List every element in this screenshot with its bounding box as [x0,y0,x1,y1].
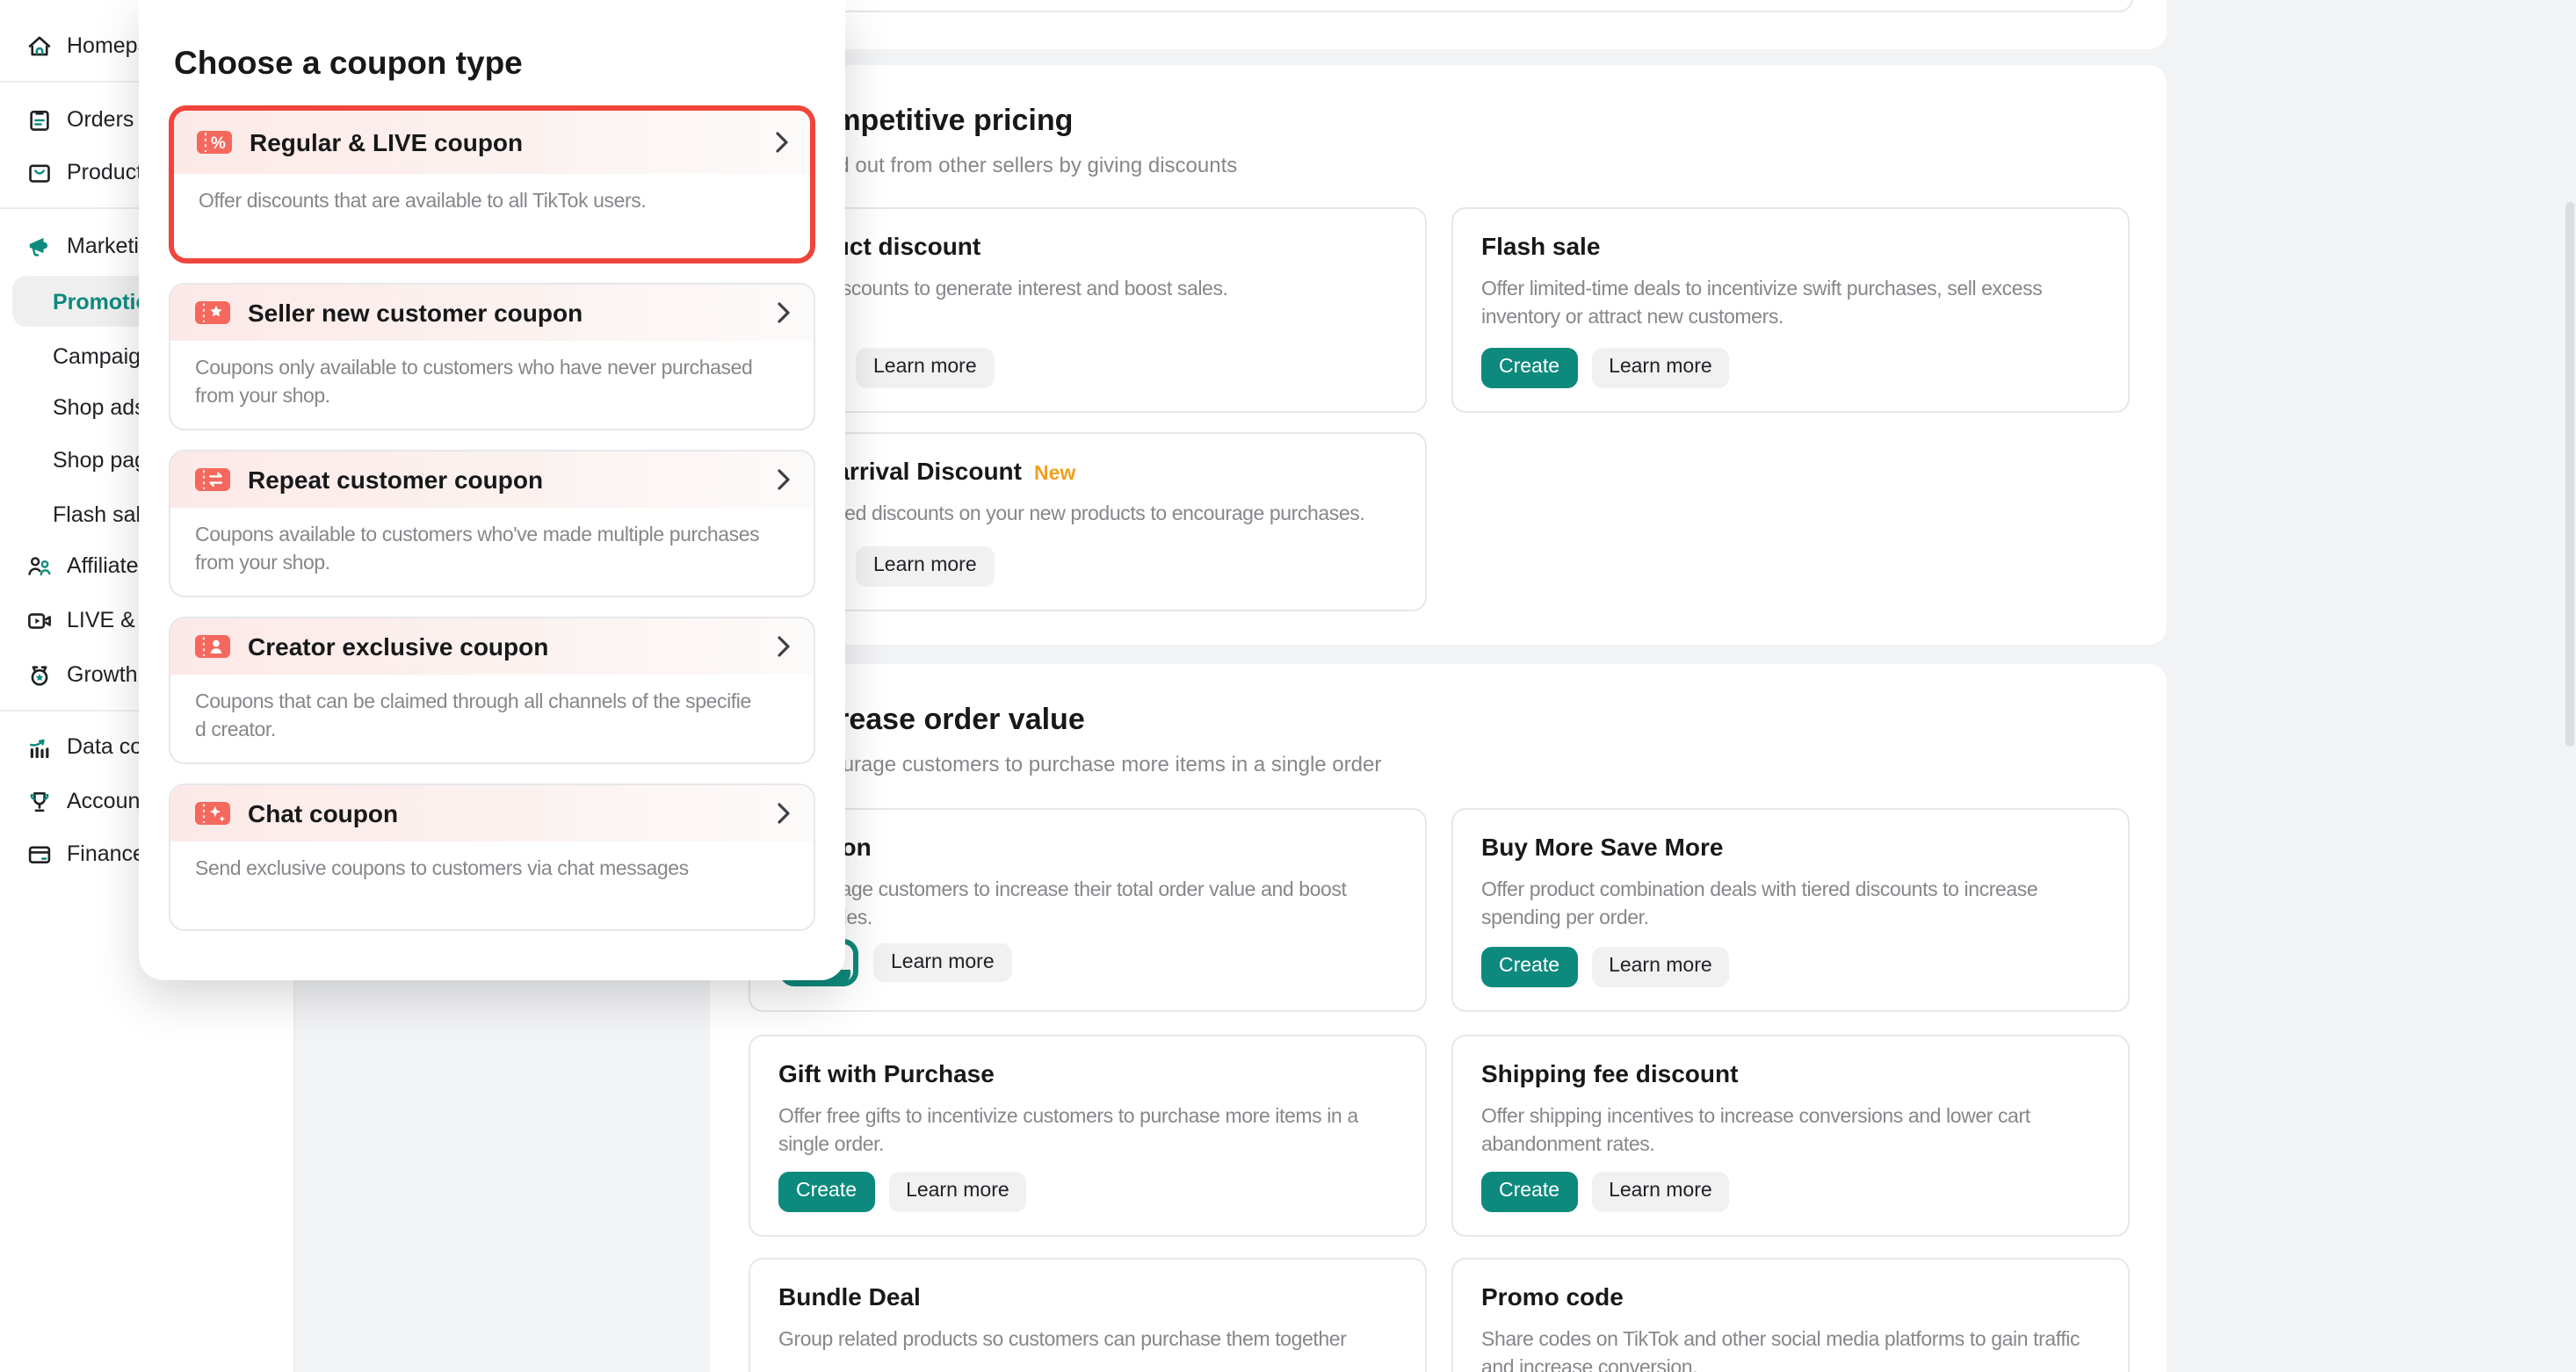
chevron-right-icon [775,132,789,153]
option-label: Creator exclusive coupon [248,632,548,661]
card-flash-sale: Flash sale Offer limited-time deals to i… [1451,207,2130,413]
sidebar-item-label: Finance [67,841,145,866]
card-description: Offer limited-time deals to incentivize … [1481,276,2100,332]
products-icon [26,159,53,185]
option-description: Coupons only available to customers who … [170,341,814,429]
section-competitive-pricing: Competitive pricing Stand out from other… [710,65,2167,645]
create-button[interactable]: Create [1481,1173,1577,1212]
card-title: Coupon [778,833,1397,861]
card-title: Bundle Deal [778,1282,1397,1311]
data-compass-icon [26,733,53,760]
orders-icon [26,106,53,133]
affiliate-icon [26,552,53,579]
card-bundle-deal: Bundle Deal Group related products so cu… [749,1258,1427,1372]
card-title: Buy More Save More [1481,833,2100,861]
sidebar-item-label: Orders [67,107,134,132]
card-description: Offer product combination deals with tie… [1481,877,2100,933]
card-description: Offer shipping incentives to increase co… [1481,1103,2100,1159]
card-description: Offer free gifts to incentivize customer… [778,1103,1397,1159]
option-description: Coupons that can be claimed through all … [170,675,814,762]
card-coupon: Coupon Encourage customers to increase t… [749,808,1427,1012]
section-increase-order-value: Increase order value Encourage customers… [710,664,2167,1372]
marketing-icon [26,233,53,259]
option-repeat-customer-coupon[interactable]: Repeat customer coupon Coupons available… [169,450,815,597]
coupon-person-icon [193,632,232,661]
option-description: Offer discounts that are available to al… [174,174,810,235]
card-title: Shipping fee discount [1481,1059,2100,1087]
card-title: Flash sale [1481,232,2100,260]
option-seller-new-customer-coupon[interactable]: Seller new customer coupon Coupons only … [169,283,815,430]
chevron-right-icon [777,803,791,824]
create-button[interactable]: Create [1481,349,1577,388]
chevron-right-icon [777,469,791,490]
create-button[interactable]: Create [1481,948,1577,987]
page-scrollbar[interactable] [2565,202,2574,747]
section-subtitle: Stand out from other sellers by giving d… [794,153,1237,177]
account-health-icon [26,788,53,814]
new-badge: New [1034,464,1075,485]
section-subtitle: Encourage customers to purchase more ite… [794,752,1381,776]
card-title: Gift with Purchase [778,1059,1397,1087]
card-title: Product discount [778,232,1397,260]
finance-icon [26,841,53,867]
sidebar-item-label: Affiliate [67,553,139,578]
top-panel [710,0,2167,49]
coupon-repeat-icon [193,466,232,494]
card-description: Share codes on TikTok and other social m… [1481,1326,2100,1372]
option-label: Seller new customer coupon [248,299,582,327]
sidebar-item-label: Growth [67,662,138,687]
card-title: Promo code [1481,1282,2100,1311]
option-label: Chat coupon [248,799,398,827]
coupon-sparkle-icon [193,799,232,827]
svg-text:%: % [211,134,226,153]
card-shipping-fee-discount: Shipping fee discount Offer shipping inc… [1451,1035,2130,1237]
create-button[interactable]: Create [778,1173,874,1212]
learn-more-button[interactable]: Learn more [873,942,1012,982]
card-promo-code: Promo code Share codes on TikTok and oth… [1451,1258,2130,1372]
option-regular-live-coupon[interactable]: % Regular & LIVE coupon Offer discounts … [169,105,815,264]
option-label: Repeat customer coupon [248,466,543,494]
card-description: Encourage customers to increase their to… [778,877,1397,933]
card-description: Offer discounts to generate interest and… [778,276,1397,304]
live-video-icon [26,607,53,633]
coupon-star-icon [193,299,232,327]
chevron-right-icon [777,302,791,323]
home-icon [26,32,53,59]
coupon-percent-icon: % [195,128,234,156]
card-description: Group related products so customers can … [778,1326,1397,1354]
sidebar-item-label: Campaign [53,344,153,369]
option-chat-coupon[interactable]: Chat coupon Send exclusive coupons to cu… [169,783,815,931]
seller-center-app: Competitive pricing Stand out from other… [0,0,2576,1372]
learn-more-button[interactable]: Learn more [1591,948,1730,987]
learn-more-button[interactable]: Learn more [888,1173,1027,1212]
option-description: Send exclusive coupons to customers via … [170,841,814,902]
sidebar-item-label: Shop ads [53,395,146,420]
choose-coupon-type-modal: Choose a coupon type % Regular & LIVE co… [139,0,845,980]
card-gift-with-purchase: Gift with Purchase Offer free gifts to i… [749,1035,1427,1237]
learn-more-button[interactable]: Learn more [856,349,995,388]
card-product-discount: Product discount Offer discounts to gene… [749,207,1427,413]
card-title: New arrival Discount New [778,457,1397,485]
option-label: Regular & LIVE coupon [250,128,523,156]
card-new-arrival-discount: New arrival Discount New Add timed disco… [749,432,1427,611]
option-description: Coupons available to customers who've ma… [170,508,814,596]
learn-more-button[interactable]: Learn more [1591,349,1730,388]
growth-icon [26,661,53,688]
option-creator-exclusive-coupon[interactable]: Creator exclusive coupon Coupons that ca… [169,617,815,764]
chevron-right-icon [777,636,791,657]
sidebar-item-label: Flash sale [53,502,153,527]
learn-more-button[interactable]: Learn more [1591,1173,1730,1212]
modal-title: Choose a coupon type [169,44,815,83]
card-description: Add timed discounts on your new products… [778,501,1397,529]
scrolled-card-bottom-edge [749,0,2133,12]
learn-more-button[interactable]: Learn more [856,547,995,587]
card-buy-more-save-more: Buy More Save More Offer product combina… [1451,808,2130,1012]
